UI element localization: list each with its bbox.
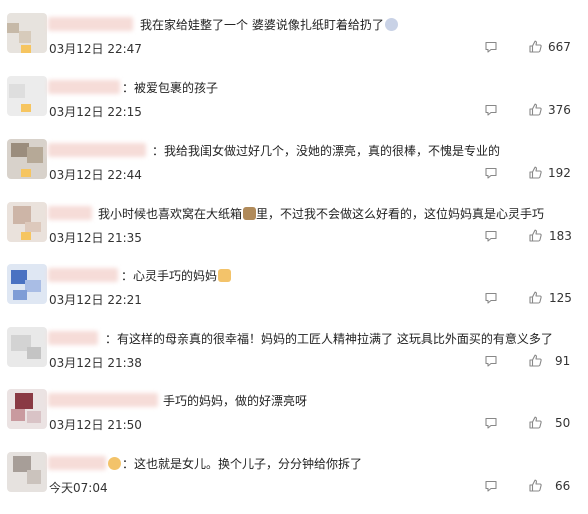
thumbs-up-icon[interactable] [529,354,542,367]
comment-text: ：有这样的母亲真的很幸福！妈妈的工匠人精神拉满了 这玩具比外面买的有意义多了 [105,332,553,346]
comment-text: 我小时候也喜欢窝在大纸箱 里，不过我不会做这么好看的，这位妈妈真是心灵手巧 [98,207,545,221]
avatar[interactable] [7,389,47,429]
username-blurred[interactable] [48,80,120,94]
comment-item: ：我给我闺女做过好几个，没她的漂亮，真的很棒，不愧是专业的 03月12日 22:… [0,139,588,201]
comment-item: 我在家给娃整了一个 婆婆说像扎纸盯着给扔了 03月12日 22:47 667 [0,13,588,75]
thumbs-up-icon[interactable] [529,479,542,492]
like-count: 50 [555,416,571,430]
avatar[interactable] [7,327,47,367]
thumbs-up-icon[interactable] [529,229,542,242]
comment-icon[interactable] [485,292,497,304]
like-count: 183 [549,229,572,243]
box-emoji-icon [243,207,257,220]
comment-icon[interactable] [485,41,497,53]
comment-icon[interactable] [485,480,497,492]
like-count: 667 [548,40,571,54]
badge-emoji-icon [108,457,121,470]
comment-icon[interactable] [485,230,497,242]
comment-item: 我小时候也喜欢窝在大纸箱 里，不过我不会做这么好看的，这位妈妈真是心灵手巧 03月… [0,202,588,264]
thumbs-up-icon[interactable] [529,166,542,179]
username-blurred[interactable] [48,456,106,470]
comment-item: ：被爱包裹的孩子 03月12日 22:15 376 [0,76,588,138]
avatar[interactable] [7,264,47,304]
username-blurred[interactable] [48,393,158,407]
comment-time: 03月12日 22:21 [49,293,142,307]
comment-icon[interactable] [485,167,497,179]
comment-time: 今天07:04 [49,481,108,495]
comment-time: 03月12日 22:47 [49,42,142,56]
comment-time: 03月12日 21:50 [49,418,142,432]
comment-text: 手巧的妈妈，做的好漂亮呀 [163,394,308,408]
comment-icon[interactable] [485,355,497,367]
comment-text: ：我给我闺女做过好几个，没她的漂亮，真的很棒，不愧是专业的 [152,144,501,158]
username-blurred[interactable] [48,143,146,157]
avatar[interactable] [7,202,47,242]
comment-icon[interactable] [485,104,497,116]
thumbs-up-icon[interactable] [529,416,542,429]
thumbs-up-icon[interactable] [529,103,542,116]
avatar[interactable] [7,13,47,53]
thumbs-up-emoji-icon [218,269,232,282]
comment-item: ：有这样的母亲真的很幸福！妈妈的工匠人精神拉满了 这玩具比外面买的有意义多了 0… [0,327,588,389]
like-count: 66 [555,479,571,493]
like-count: 192 [548,166,571,180]
username-blurred[interactable] [48,17,133,31]
comment-text: ：这也就是女儿。换个儿子，分分钟给你拆了 [108,455,362,472]
comment-time: 03月12日 22:44 [49,168,142,182]
comment-icon[interactable] [485,417,497,429]
thumbs-up-icon[interactable] [529,291,542,304]
comment-text: ：心灵手巧的妈妈 [121,267,232,284]
comment-text: 我在家给娃整了一个 婆婆说像扎纸盯着给扔了 [140,16,398,33]
like-count: 376 [548,103,571,117]
username-blurred[interactable] [48,206,92,220]
comment-time: 03月12日 21:35 [49,231,142,245]
comment-item: ：这也就是女儿。换个儿子，分分钟给你拆了 今天07:04 66 [0,452,588,514]
comment-time: 03月12日 22:15 [49,105,142,119]
avatar[interactable] [7,139,47,179]
sob-emoji-icon [384,18,398,31]
thumbs-up-icon[interactable] [529,40,542,53]
avatar[interactable] [7,76,47,116]
username-blurred[interactable] [48,331,98,345]
like-count: 91 [555,354,571,368]
username-blurred[interactable] [48,268,118,282]
comment-item: ：心灵手巧的妈妈 03月12日 22:21 125 [0,264,588,326]
comment-item: 手巧的妈妈，做的好漂亮呀 03月12日 21:50 50 [0,389,588,451]
comment-time: 03月12日 21:38 [49,356,142,370]
avatar[interactable] [7,452,47,492]
comment-text: ：被爱包裹的孩子 [122,81,219,95]
like-count: 125 [549,291,572,305]
